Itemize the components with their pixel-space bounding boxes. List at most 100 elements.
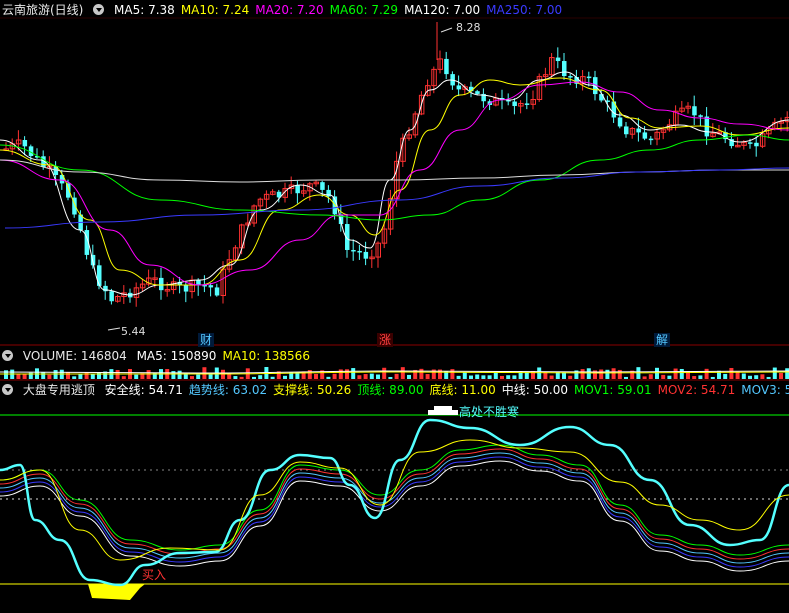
candle-body [562,61,567,77]
ind-item-3: 顶线: 89.00 [357,383,424,397]
candle-body [475,91,480,94]
volume-bar [332,373,337,379]
ind-item-1: 趋势线: 63.02 [188,383,268,397]
candle-body [444,58,449,75]
volume-bar [754,375,759,379]
candle-body [512,101,517,107]
volume-bar [407,374,411,379]
volume-bar [456,375,461,379]
volume-bar [723,373,728,379]
event-marker-finance[interactable]: 财 [198,333,215,347]
volume-header: VOLUME: 146804 MA5: 150890 MA10: 138566 [2,348,322,364]
volume-bar [605,369,610,379]
ma-item-4: MA120: 7.00 [404,3,481,17]
event-marker-rise[interactable]: 涨 [377,333,394,347]
ind-item-0: 安全线: 54.71 [104,383,183,397]
volume-bar [388,376,393,379]
candle-body [624,126,629,135]
dropdown-icon[interactable] [2,384,13,395]
volume-bar [735,371,740,379]
volume-bar [673,368,678,379]
volume-bar [512,375,517,379]
candle-body [320,182,325,190]
volume-bar [121,376,126,379]
dropdown-icon[interactable] [2,350,13,361]
volume-bar [704,368,709,379]
volume-title: VOLUME: 146804 [22,349,127,363]
candle-body [648,138,654,141]
high-pointer [440,27,453,33]
ma-item-5: MA250: 7.00 [486,3,563,17]
volume-bar [171,371,176,379]
volume-bar [469,375,473,379]
top-zone-bar [434,406,452,410]
top-warning-label: 高处不胜寒 [459,405,520,419]
candle-body [599,94,604,101]
candle-body [617,117,623,127]
volume-bar [475,374,480,379]
volume-bar [258,375,263,379]
indicator-header: 大盘专用逃顶 安全线: 54.71 趋势线: 63.02 支撑线: 50.26 顶线:… [2,382,789,398]
volume-bar [90,373,95,379]
candle-body [754,142,759,147]
volume-bar [382,367,387,379]
volume-bar [648,374,653,379]
volume-bar [425,374,430,379]
volume-bar [326,376,331,379]
volume-bar [710,376,715,379]
mov-line-5 [0,460,789,572]
support-line [0,439,789,561]
candle-body [456,85,462,90]
vol-ma-item-0: MA5: 150890 [136,349,217,363]
volume-bar [487,375,492,379]
indicator-title: 大盘专用逃顶 [22,383,95,397]
volume-bar [239,376,244,379]
candle-body [698,115,703,117]
volume-bar [53,370,58,379]
chart-canvas[interactable] [0,0,789,613]
volume-bar [760,374,765,379]
dropdown-icon[interactable] [93,4,105,15]
volume-bar [47,374,52,379]
volume-bar [698,375,703,379]
volume-bar [599,369,604,379]
volume-bar [283,375,287,379]
candle-body [208,285,214,288]
ma-item-2: MA20: 7.20 [255,3,324,17]
volume-bar [345,369,349,379]
volume-bar [692,376,697,379]
volume-bar [748,375,752,379]
volume-bar [611,368,616,379]
volume-bar [314,373,318,379]
ind-item-7: MOV2: 54.71 [657,383,736,397]
volume-bar [661,374,666,379]
volume-bar [66,372,70,379]
volume-bar [642,376,647,379]
volume-bar [500,375,504,379]
candle-body [636,128,641,133]
event-marker-unlock[interactable]: 解 [654,333,671,347]
candle-body [568,76,573,78]
candle-body [183,285,189,292]
volume-bar [41,372,46,379]
volume-bar [506,375,511,379]
candle-body [97,265,102,286]
volume-bar [537,367,542,379]
stock-title: 云南旅游(日线) [2,3,84,17]
volume-bar [190,376,194,379]
price-header: 云南旅游(日线) MA5: 7.38 MA10: 7.24 MA20: 7.20 MA… [2,2,574,18]
mov-line-3 [0,452,789,564]
volume-bar [679,368,684,379]
volume-bar [196,374,201,379]
volume-bar [617,369,622,379]
candle-body [109,291,114,302]
volume-bar [72,376,77,379]
volume-bar [233,376,238,379]
stock-chart-window[interactable]: 云南旅游(日线) MA5: 7.38 MA10: 7.24 MA20: 7.20 MA… [0,0,789,613]
volume-bar [400,367,405,379]
low-price-label: 5.44 [121,325,146,338]
candle-body [586,76,592,79]
volume-bar [729,367,734,379]
volume-bar [270,376,275,379]
ind-item-2: 支撑线: 50.26 [273,383,352,397]
